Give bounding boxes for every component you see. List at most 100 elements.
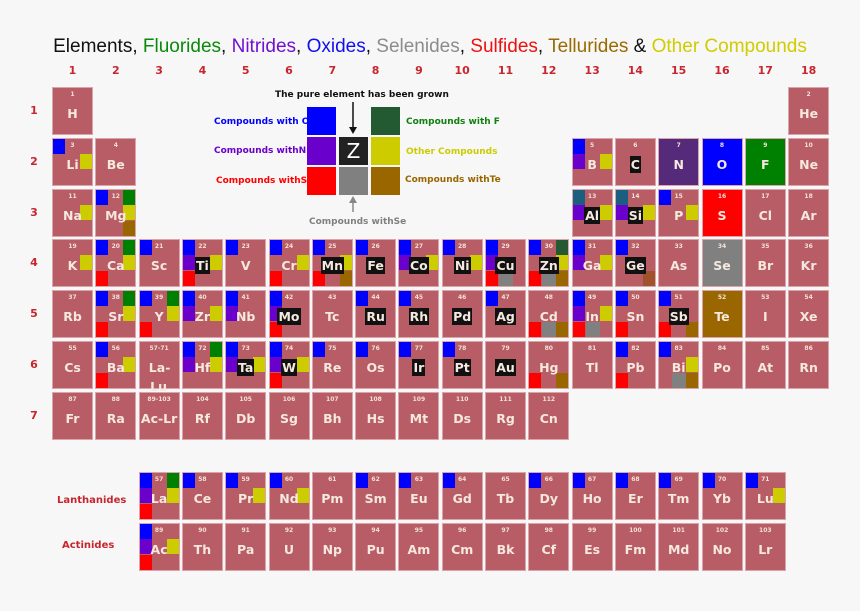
element-symbol: Ti — [194, 257, 210, 275]
element-cell-nd: 60 Nd — [269, 473, 309, 519]
element-cell-rg: 111 Rg — [486, 392, 525, 439]
title-part: & — [628, 36, 652, 57]
element-symbol: Te — [714, 309, 730, 325]
element-cell-te: 52 Te — [702, 291, 742, 338]
element-cell-u: 92 U — [269, 524, 309, 570]
element-cell-se: 34 Se — [702, 240, 742, 287]
element-symbol: Mg — [105, 207, 127, 223]
element-symbol: Fm — [624, 542, 647, 557]
element-symbol: Mn — [320, 257, 344, 275]
title-part: Nitrides — [231, 36, 297, 57]
element-symbol: Rn — [799, 360, 818, 375]
element-symbol: Fe — [366, 257, 385, 275]
element-symbol: Ac — [150, 542, 168, 557]
element-symbol: Ni — [453, 257, 471, 275]
element-cell-zn: 30 Zn — [529, 240, 569, 287]
atomic-number: 28 — [458, 243, 467, 251]
element-symbol: Dy — [539, 491, 559, 506]
element-cell-o: 8O — [702, 138, 742, 185]
atomic-number: 22 — [198, 243, 207, 251]
element-symbol: Gd — [452, 491, 472, 506]
element-symbol: Tb — [496, 491, 515, 506]
element-cell-f: 9F — [745, 138, 785, 185]
element-cell-dy: 66 Dy — [529, 473, 569, 519]
element-cell-th: 90 Th — [182, 524, 222, 570]
element-symbol: Au — [495, 359, 516, 376]
element-cell-tb: 65 Tb — [486, 473, 525, 519]
element-symbol: Ru — [365, 308, 386, 326]
element-cell-pu: 94 Pu — [356, 524, 396, 570]
atomic-number: 57 — [154, 476, 164, 483]
element-symbol: Ta — [237, 359, 255, 376]
atomic-number: 34 — [717, 243, 727, 251]
atomic-number: 50 — [631, 294, 640, 302]
element-symbol: Hg — [539, 360, 559, 375]
atomic-number: 111 — [499, 395, 512, 403]
element-cell-tl: 81 Tl — [572, 342, 612, 388]
element-symbol: V — [240, 258, 251, 274]
group-number: 12 — [541, 64, 557, 77]
element-symbol: N — [673, 156, 684, 172]
atomic-number: 43 — [328, 294, 337, 302]
arrow-down-icon — [349, 102, 357, 134]
atomic-number: 38 — [111, 294, 120, 302]
atomic-number: 75 — [328, 345, 337, 352]
element-symbol: Fr — [65, 410, 80, 426]
element-cell-ni: 28 Ni — [442, 240, 482, 287]
atomic-number: 82 — [631, 345, 640, 352]
atomic-number: 56 — [111, 345, 120, 352]
element-symbol: Ba — [106, 360, 125, 375]
element-symbol: Se — [713, 258, 731, 274]
legend-swatch-other — [371, 137, 400, 165]
group-number: 2 — [111, 64, 120, 77]
element-symbol: Bh — [323, 410, 342, 426]
element-cell-at: 85 At — [745, 342, 785, 388]
group-number: 9 — [415, 64, 423, 77]
element-cell-he: 2 He — [789, 88, 829, 134]
element-cell-la: 57 La — [139, 473, 179, 519]
element-cell-ga: 31 Ga — [572, 240, 612, 287]
element-cell-cf: 98 Cf — [529, 524, 569, 570]
atomic-number: 37 — [68, 294, 77, 302]
element-symbol: Zn — [538, 257, 559, 275]
element-cell-h: 1H — [53, 88, 92, 134]
element-symbol: Ra — [106, 410, 125, 426]
element-cell-v: 23 V — [226, 240, 266, 287]
atomic-number: 98 — [544, 527, 553, 534]
atomic-number: 97 — [501, 527, 510, 534]
element-symbol: Sc — [150, 258, 168, 274]
title-part: , — [537, 36, 549, 57]
atomic-number: 59 — [241, 476, 250, 483]
atomic-number: 5 — [590, 141, 595, 149]
group-number: 10 — [454, 64, 470, 77]
element-symbol: Tc — [325, 309, 340, 325]
element-cell-br: 35 Br — [745, 240, 785, 287]
element-cell-ti: 22 Ti — [182, 240, 222, 287]
element-symbol: Bk — [496, 542, 515, 557]
element-cell-bi: 83 Bi — [659, 342, 699, 388]
element-symbol: Rh — [408, 308, 430, 326]
atomic-number: 54 — [804, 294, 813, 302]
element-symbol: Xe — [799, 309, 818, 325]
element-symbol: Er — [628, 491, 643, 506]
element-cell-sb: 51 Sb — [659, 291, 699, 338]
atomic-number: 24 — [284, 243, 294, 251]
atomic-number: 7 — [676, 141, 681, 149]
element-symbol: Lr — [758, 542, 773, 557]
element-cell-cs: 55 Cs — [53, 342, 92, 388]
element-cell-li: 3 Li — [53, 138, 92, 185]
element-symbol: Ho — [582, 491, 602, 506]
element-cell-au: 79 Au — [486, 342, 525, 388]
atomic-number: 92 — [284, 527, 294, 534]
element-symbol: Md — [667, 542, 690, 557]
element-symbol: Na — [63, 207, 82, 223]
atomic-number: 79 — [501, 345, 510, 352]
atomic-number: 94 — [371, 527, 380, 534]
legend-swatch-oxygen — [307, 107, 336, 135]
legend-heading: The pure element has been grown — [275, 90, 449, 100]
element-cell-ba: 56 Ba — [96, 342, 136, 388]
atomic-number: 84 — [717, 345, 727, 352]
group-number: 16 — [714, 64, 730, 77]
element-symbol: U — [283, 542, 295, 557]
atomic-number: 87 — [68, 395, 77, 403]
